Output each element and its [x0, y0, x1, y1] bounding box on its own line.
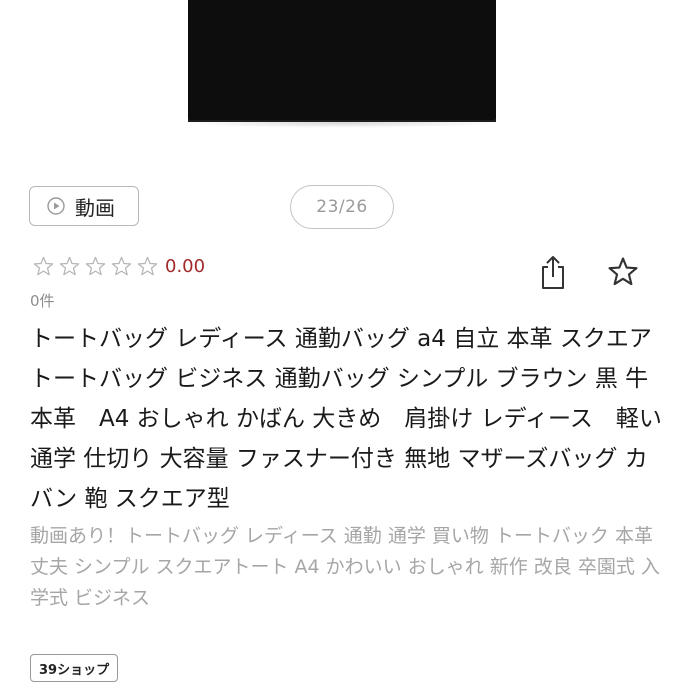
share-icon — [542, 256, 564, 289]
star-empty-icon — [85, 256, 106, 276]
play-circle-icon — [47, 197, 65, 215]
shop-badge[interactable]: 39ショップ — [30, 654, 119, 682]
favorite-button[interactable] — [606, 255, 640, 289]
video-button-label: 動画 — [75, 195, 115, 220]
product-image[interactable] — [0, 0, 682, 160]
star-empty-icon — [59, 256, 80, 276]
star-empty-icon — [137, 256, 158, 276]
product-title: トートバッグ レディース 通勤バッグ a4 自立 本革 スクエアトートバッグ ビ… — [30, 326, 682, 512]
product-catch-copy: 動画あり！トートバッグ レディース 通勤 通学 買い物 トートバック 本革 丈夫… — [30, 525, 672, 609]
star-outline-icon — [608, 257, 638, 286]
rating-value: 0.00 — [165, 256, 206, 277]
rating: 0.00 — [32, 255, 205, 278]
image-counter: 23/26 — [290, 185, 394, 229]
video-button[interactable]: 動画 — [29, 186, 139, 226]
bag-photo — [188, 0, 496, 122]
star-empty-icon — [111, 256, 132, 276]
share-button[interactable] — [538, 253, 568, 291]
rating-stars — [32, 255, 159, 278]
review-count[interactable]: 0件 — [30, 290, 55, 311]
star-empty-icon — [33, 256, 54, 276]
